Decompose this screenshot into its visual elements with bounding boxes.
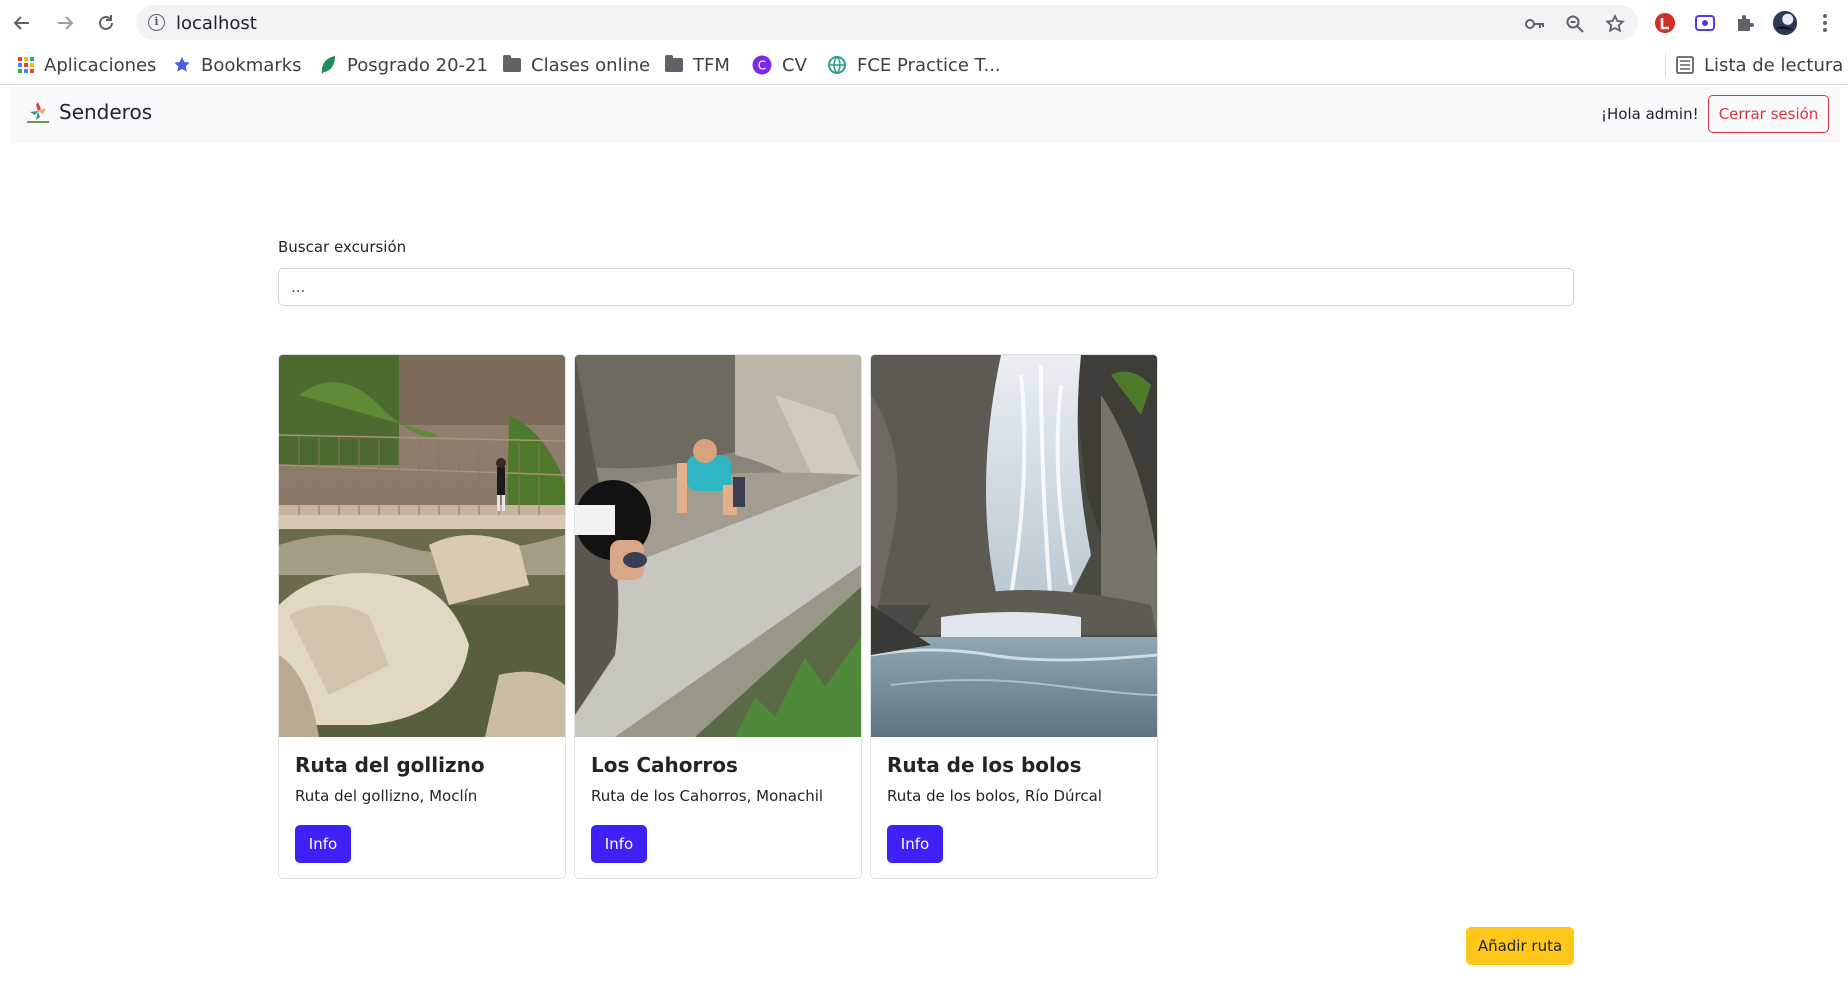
avatar[interactable]	[1772, 10, 1798, 36]
key-icon[interactable]	[1524, 13, 1546, 35]
bookmark-fce[interactable]: FCE Practice T...	[827, 53, 1001, 77]
bookmarks-bar: Aplicaciones Bookmarks Posgrado 20-21 Cl…	[0, 45, 1848, 85]
logo-icon	[25, 100, 49, 124]
route-card: Ruta del gollizno Ruta del gollizno, Moc…	[278, 354, 566, 879]
add-route-button[interactable]: Añadir ruta	[1466, 927, 1574, 965]
info-button[interactable]: Info	[887, 825, 943, 863]
bookmark-cv[interactable]: C CV	[752, 53, 807, 77]
card-text: Ruta del gollizno, Moclín	[295, 787, 478, 805]
bookmark-label: Bookmarks	[201, 54, 302, 76]
brand-title: Senderos	[59, 100, 153, 124]
apps-grid-icon	[18, 57, 34, 73]
bookmark-tfm[interactable]: TFM	[665, 53, 730, 77]
leaf-icon	[319, 55, 337, 75]
bookmark-apps[interactable]: Aplicaciones	[18, 53, 156, 77]
bookmark-label: CV	[782, 54, 807, 76]
url-text[interactable]: localhost	[176, 13, 257, 34]
screen-capture-icon[interactable]	[1692, 10, 1718, 36]
greeting-text: ¡Hola admin!	[1601, 105, 1699, 123]
menu-kebab-icon[interactable]	[1812, 10, 1838, 36]
arrow-right-icon	[58, 16, 74, 30]
star-icon	[173, 56, 191, 74]
address-bar[interactable]: i localhost	[136, 5, 1638, 40]
reload-icon	[99, 15, 113, 30]
bookmark-posgrado[interactable]: Posgrado 20-21	[319, 53, 488, 77]
bookmark-bookmarks[interactable]: Bookmarks	[173, 53, 302, 77]
bookmark-clases-online[interactable]: Clases online	[503, 53, 650, 77]
search-label: Buscar excursión	[278, 238, 407, 256]
logout-button[interactable]: Cerrar sesión	[1708, 95, 1829, 133]
back-button[interactable]	[9, 10, 35, 36]
search-input[interactable]	[278, 268, 1574, 306]
info-button[interactable]: Info	[591, 825, 647, 863]
forward-button[interactable]	[52, 10, 78, 36]
globe-icon	[827, 55, 847, 75]
card-text: Ruta de los bolos, Río Dúrcal	[887, 787, 1102, 805]
card-title: Ruta del gollizno	[295, 753, 485, 777]
browser-toolbar: i localhost	[0, 0, 1848, 45]
star-icon[interactable]	[1604, 13, 1626, 35]
canva-icon: C	[752, 55, 772, 75]
bookmark-label: Aplicaciones	[44, 54, 157, 76]
folder-icon	[503, 55, 521, 72]
card-title: Los Cahorros	[591, 753, 738, 777]
reading-list-label: Lista de lectura	[1704, 54, 1844, 76]
folder-icon	[665, 55, 683, 72]
bookmark-label: Clases online	[531, 54, 651, 76]
route-card: Los Cahorros Ruta de los Cahorros, Monac…	[574, 354, 862, 879]
bookmark-label: Posgrado 20-21	[347, 54, 488, 76]
route-photo	[279, 355, 565, 737]
info-icon[interactable]: i	[148, 14, 165, 31]
card-text: Ruta de los Cahorros, Monachil	[591, 787, 824, 805]
puzzle-icon[interactable]	[1732, 10, 1758, 36]
route-photo	[871, 355, 1157, 737]
card-title: Ruta de los bolos	[887, 753, 1082, 777]
navbar: Senderos ¡Hola admin! Cerrar sesión	[11, 86, 1840, 143]
svg-text:C: C	[758, 59, 766, 73]
info-button[interactable]: Info	[295, 825, 351, 863]
bookmark-label: FCE Practice T...	[857, 54, 1001, 76]
zoom-icon[interactable]	[1564, 13, 1586, 35]
reload-button[interactable]	[93, 10, 119, 36]
bookmark-label: TFM	[693, 54, 730, 76]
arrow-left-icon	[13, 16, 29, 30]
reading-list[interactable]: Lista de lectura	[1665, 53, 1843, 77]
lastpass-icon[interactable]	[1652, 10, 1678, 36]
reading-list-icon	[1676, 56, 1694, 74]
route-card: Ruta de los bolos Ruta de los bolos, Río…	[870, 354, 1158, 879]
route-photo	[575, 355, 861, 737]
brand-link[interactable]: Senderos	[25, 100, 152, 124]
